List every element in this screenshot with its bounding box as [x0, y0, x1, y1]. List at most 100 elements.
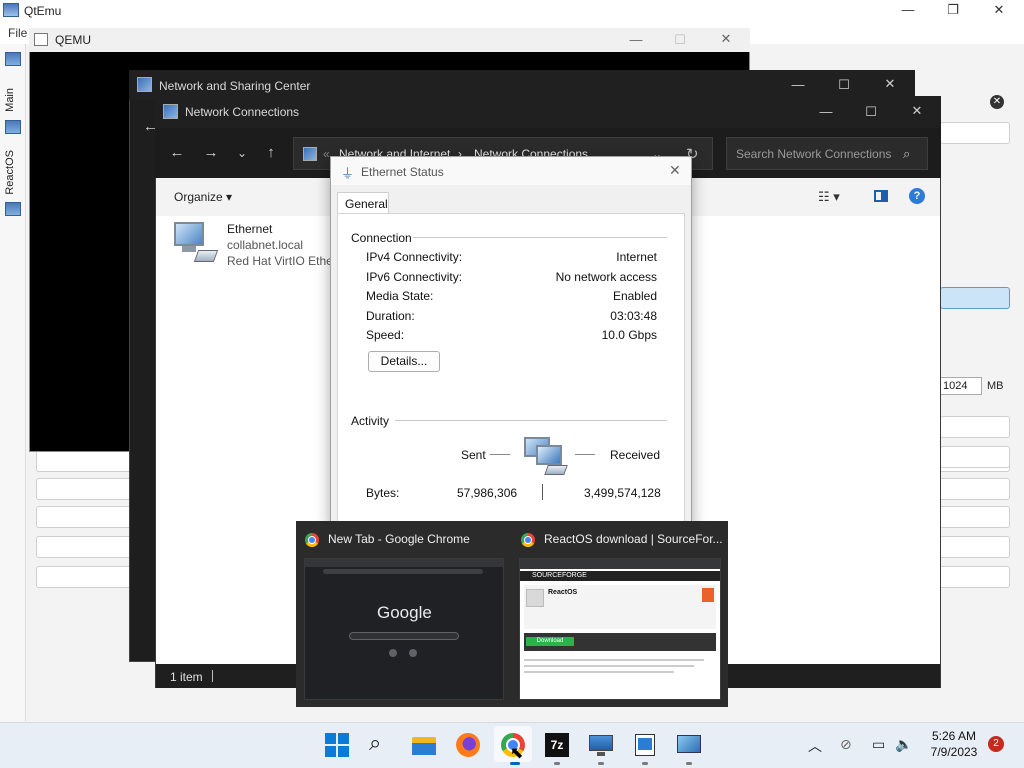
nc-close-button[interactable]: ✕	[894, 103, 940, 119]
qtemu-field[interactable]	[940, 446, 1010, 468]
ram-spinbox[interactable]: 1024	[940, 377, 982, 395]
qtemu-minimize-button[interactable]: —	[885, 2, 931, 20]
received-label: Received	[610, 448, 661, 462]
connection-section-label: Connection	[351, 231, 412, 245]
nsc-minimize-button[interactable]: —	[775, 77, 821, 92]
qemu-minimize-button[interactable]: —	[613, 32, 659, 47]
windows-start-icon[interactable]	[325, 733, 349, 757]
es-title: Ethernet Status	[361, 165, 444, 179]
sourceforge-brand: SOURCEFORGE	[532, 572, 587, 579]
close-circle-icon[interactable]: ✕	[990, 95, 1004, 109]
award-badge-icon	[702, 588, 714, 602]
ipv4-value: Internet	[616, 250, 657, 264]
menu-file[interactable]: File	[8, 26, 27, 40]
nc-maximize-button[interactable]: ☐	[848, 104, 894, 120]
organize-menu[interactable]: Organize ▾	[174, 190, 232, 204]
media-state-value: Enabled	[612, 289, 657, 303]
sent-line	[490, 454, 510, 455]
details-button[interactable]: Details...	[368, 351, 440, 372]
speed-value: 10.0 Gbps	[601, 328, 657, 342]
qemu-maximize-button[interactable]: ☐	[657, 32, 703, 48]
back-arrow-icon[interactable]: ←	[166, 144, 188, 161]
ipv4-label: IPv4 Connectivity:	[366, 250, 463, 264]
qtemu-titlebar: QtEmu — ❐ ✕	[0, 0, 1024, 22]
duration-label: Duration:	[366, 309, 415, 323]
qtemu-field[interactable]	[940, 416, 1010, 438]
network-status-icon[interactable]: ▭	[872, 736, 885, 753]
running-indicator	[686, 762, 692, 765]
qemu-titlebar: QEMU — ☐ ✕	[29, 28, 750, 52]
search-icon[interactable]: ⌕	[369, 730, 381, 756]
thumb-omnibox	[323, 569, 483, 574]
google-logo: Google	[377, 603, 432, 622]
network-adapter-icon	[174, 222, 219, 264]
thumb-sf-header: SOURCEFORGE	[520, 571, 720, 581]
network-center-icon	[137, 77, 152, 92]
thumb-tabbar	[520, 559, 720, 569]
ethernet-plug-icon: ⏚	[341, 166, 355, 181]
thumb-text-line	[524, 671, 674, 673]
vm-icon[interactable]	[5, 120, 21, 134]
ram-unit-label: MB	[987, 380, 1004, 392]
organize-label: Organize	[174, 190, 223, 204]
qemu-monitor-icon[interactable]	[589, 733, 613, 757]
network-icon[interactable]	[677, 733, 701, 757]
connection-network: collabnet.local	[227, 238, 304, 252]
nsc-close-button[interactable]: ✕	[867, 76, 913, 92]
address-prefix: «	[323, 147, 330, 161]
tab-reactos[interactable]: ReactOS	[4, 150, 22, 195]
recent-chevron-down-icon[interactable]: ⌄	[231, 146, 253, 160]
tab-general[interactable]: General	[337, 192, 389, 214]
clock-date[interactable]: 7/9/2023	[926, 745, 982, 759]
tab-general-label: General	[345, 197, 388, 211]
tab-main[interactable]: Main	[4, 88, 22, 112]
thumbnail-title[interactable]: ReactOS download | SourceFor...	[544, 532, 723, 546]
notification-badge[interactable]: 2	[988, 736, 1004, 752]
help-icon[interactable]: ?	[909, 188, 925, 204]
qemu-close-button[interactable]: ✕	[703, 31, 749, 47]
qtemu-sidebar: Main ReactOS	[0, 44, 26, 721]
search-placeholder: Search Network Connections	[736, 147, 892, 161]
network-disconnected-icon[interactable]: ⊘	[840, 736, 852, 753]
up-arrow-icon[interactable]: ↑	[260, 144, 282, 161]
network-computers-icon	[522, 435, 570, 479]
qtemu-selected-item[interactable]	[940, 287, 1010, 309]
7zip-icon[interactable]: 7z	[545, 733, 569, 757]
status-divider	[212, 670, 213, 682]
qtemu-close-button[interactable]: ✕	[976, 2, 1022, 20]
connection-name: Ethernet	[227, 222, 273, 236]
connection-adapter: Red Hat VirtIO Ethernet Adapter	[227, 254, 333, 268]
vm-icon[interactable]	[5, 52, 21, 66]
duration-value: 03:03:48	[610, 309, 657, 323]
view-options-icon[interactable]: ☷ ▾	[818, 189, 840, 205]
qtemu-maximize-button[interactable]: ❐	[930, 2, 976, 20]
notepad-icon[interactable]	[633, 733, 657, 757]
chrome-icon	[521, 533, 535, 547]
vm-icon[interactable]	[5, 202, 21, 216]
ipv6-value: No network access	[555, 270, 657, 284]
mouse-cursor-icon: ⬉	[510, 745, 524, 762]
thumb-download-bar: Download	[524, 633, 716, 651]
forward-arrow-icon[interactable]: →	[200, 144, 222, 161]
volume-icon[interactable]: 🔈	[895, 736, 912, 753]
qtemu-title: QtEmu	[24, 4, 62, 18]
nc-titlebar: Network Connections — ☐ ✕	[155, 96, 941, 128]
reactos-logo-icon	[526, 589, 544, 607]
nc-minimize-button[interactable]: —	[803, 104, 849, 119]
chrome-newtab-thumbnail[interactable]: Google	[304, 558, 504, 700]
sourceforge-thumbnail[interactable]: SOURCEFORGE ReactOS Download	[519, 558, 721, 700]
preview-pane-icon[interactable]	[874, 190, 888, 202]
firefox-icon[interactable]	[456, 733, 480, 757]
bytes-received-value: 3,499,574,128	[584, 486, 661, 500]
nsc-maximize-button[interactable]: ☐	[821, 77, 867, 93]
search-box[interactable]: Search Network Connections ⌕	[726, 137, 928, 170]
item-count: 1 item	[170, 670, 203, 684]
thumb-text-line	[524, 665, 694, 667]
file-explorer-icon[interactable]	[412, 733, 436, 757]
clock-time[interactable]: 5:26 AM	[926, 729, 982, 743]
show-hidden-icons-chevron-icon[interactable]: ︿	[808, 736, 822, 756]
es-close-button[interactable]: ✕	[669, 162, 681, 179]
qtemu-field[interactable]	[940, 122, 1010, 144]
activity-section-label: Activity	[351, 414, 390, 428]
thumbnail-title[interactable]: New Tab - Google Chrome	[328, 532, 470, 546]
